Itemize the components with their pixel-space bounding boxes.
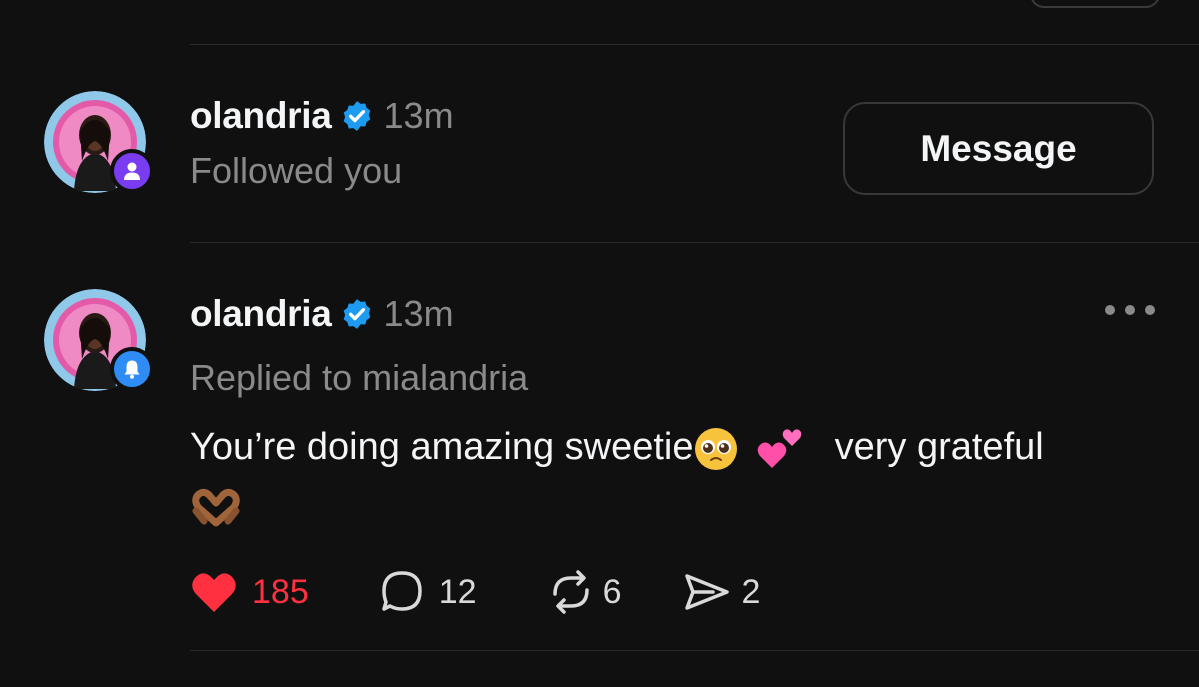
activity-text: Followed you <box>190 150 403 191</box>
avatar[interactable] <box>44 289 154 391</box>
more-options-icon[interactable] <box>1105 300 1155 320</box>
divider <box>190 242 1199 243</box>
username[interactable]: olandria <box>190 293 332 335</box>
badge <box>110 347 154 391</box>
pleading-face-emoji <box>695 427 738 470</box>
send-icon <box>685 574 730 610</box>
badge <box>110 149 154 193</box>
repost-button[interactable]: 6 <box>547 570 622 614</box>
username[interactable]: olandria <box>190 95 332 137</box>
repost-count: 6 <box>602 572 622 611</box>
verified-badge-icon <box>343 101 370 131</box>
person-icon <box>124 162 140 180</box>
top-button-partial[interactable] <box>1030 0 1160 8</box>
comment-count: 12 <box>438 572 477 611</box>
two-hearts-emoji <box>757 429 802 468</box>
comment-button[interactable]: 12 <box>379 569 477 615</box>
activity-text: Replied to mialandria <box>190 357 529 398</box>
heart-filled-icon <box>192 573 236 612</box>
timestamp: 13m <box>383 293 454 334</box>
divider <box>190 650 1199 651</box>
comment-icon <box>381 571 422 611</box>
action-bar: 185 12 6 2 <box>190 566 830 618</box>
bell-icon <box>124 360 140 379</box>
divider <box>190 44 1199 45</box>
name-line: olandria 13m <box>190 292 454 336</box>
reply-text-start: You’re doing amazing sweetie <box>190 426 694 468</box>
timestamp: 13m <box>383 95 454 136</box>
name-line: olandria 13m <box>190 94 454 138</box>
share-count: 2 <box>741 572 761 611</box>
reply-text[interactable]: You’re doing amazing sweetie very gratef… <box>190 418 1150 534</box>
share-button[interactable]: 2 <box>683 570 760 614</box>
repost-icon <box>552 570 589 614</box>
message-button[interactable]: Message <box>843 102 1154 195</box>
verified-badge-icon <box>343 299 370 329</box>
reply-text-end: very grateful <box>834 426 1044 468</box>
like-button[interactable]: 185 <box>190 570 309 614</box>
avatar[interactable] <box>44 91 154 193</box>
heart-hands-emoji <box>192 488 240 527</box>
like-count: 185 <box>252 572 309 611</box>
